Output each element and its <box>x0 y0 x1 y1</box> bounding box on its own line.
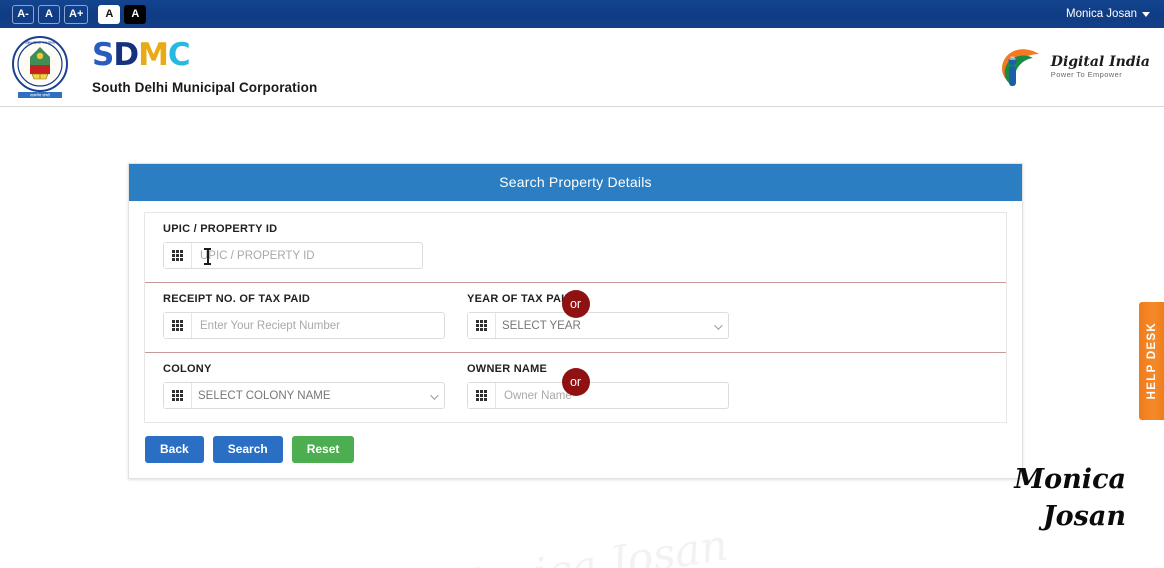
upic-input[interactable] <box>192 243 422 268</box>
corner-watermark-line2: Josan <box>1014 499 1126 535</box>
card-action-row: Back Search Reset <box>144 423 1007 468</box>
receipt-no-input-wrap[interactable] <box>163 312 445 339</box>
search-button[interactable]: Search <box>213 436 283 463</box>
corner-watermark-line1: Monica <box>1014 462 1126 498</box>
help-desk-label: HELP DESK <box>1146 322 1158 399</box>
help-desk-tab[interactable]: HELP DESK <box>1139 302 1164 420</box>
reset-button[interactable]: Reset <box>292 436 355 463</box>
year-select-wrap[interactable]: SELECT YEAR <box>467 312 729 339</box>
field-group-upic: UPIC / PROPERTY ID <box>163 223 423 269</box>
search-property-card: Search Property Details or or UPIC / PRO… <box>128 163 1023 479</box>
font-normal-button[interactable]: A <box>38 5 60 24</box>
colony-select-wrap[interactable]: SELECT COLONY NAME <box>163 382 445 409</box>
sdmc-emblem-icon: दक्षिण दिल्ली नगर निगम सत्यमेव जयते <box>10 34 70 100</box>
sdmc-wordmark: SDMC <box>92 40 317 71</box>
colony-label: COLONY <box>163 363 445 375</box>
main-content: HELP DESK Search Property Details or or … <box>0 107 1164 567</box>
colony-select-value[interactable]: SELECT COLONY NAME <box>192 383 444 408</box>
user-name-label: Monica Josan <box>1066 8 1137 20</box>
grid-icon <box>468 313 496 338</box>
chevron-down-icon <box>1142 12 1150 17</box>
sdmc-letter-m: M <box>138 40 168 71</box>
row-upic: UPIC / PROPERTY ID <box>145 213 1006 282</box>
brand-header: दक्षिण दिल्ली नगर निगम सत्यमेव जयते SDMC… <box>0 28 1164 107</box>
grid-icon <box>164 243 192 268</box>
corner-watermark: Monica Josan <box>1014 462 1126 535</box>
receipt-no-label: RECEIPT NO. OF TAX PAID <box>163 293 445 305</box>
year-label: YEAR OF TAX PAID <box>467 293 729 305</box>
year-select-value[interactable]: SELECT YEAR <box>496 313 728 338</box>
upic-input-wrap[interactable] <box>163 242 423 269</box>
search-fields-panel: or or UPIC / PROPERTY ID <box>144 212 1007 423</box>
receipt-no-input[interactable] <box>192 313 444 338</box>
field-group-year: YEAR OF TAX PAID SELECT YEAR <box>467 293 729 339</box>
contrast-light-button[interactable]: A <box>98 5 120 24</box>
or-separator-badge-2: or <box>562 368 590 396</box>
upic-label: UPIC / PROPERTY ID <box>163 223 423 235</box>
svg-text:दक्षिण दिल्ली नगर निगम: दक्षिण दिल्ली नगर निगम <box>25 40 56 45</box>
contrast-dark-button[interactable]: A <box>124 5 146 24</box>
grid-icon <box>164 383 192 408</box>
page-root: A- A A+ A A Monica Josan दक्षिण दिल्ली न… <box>0 0 1164 568</box>
font-increase-button[interactable]: A+ <box>64 5 88 24</box>
top-utility-bar: A- A A+ A A Monica Josan <box>0 0 1164 28</box>
digital-india-title: Digital India <box>1051 55 1150 70</box>
owner-name-input[interactable] <box>496 383 728 408</box>
grid-icon <box>164 313 192 338</box>
font-size-controls: A- A A+ A A <box>12 5 146 24</box>
owner-name-input-wrap[interactable] <box>467 382 729 409</box>
user-menu[interactable]: Monica Josan <box>1066 8 1150 20</box>
svg-text:सत्यमेव जयते: सत्यमेव जयते <box>30 93 50 98</box>
back-button[interactable]: Back <box>145 436 204 463</box>
digital-india-logo: Digital India Power To Empower <box>995 42 1150 92</box>
center-watermark: Monica Josan <box>434 520 731 568</box>
digital-india-mark-icon <box>995 42 1045 92</box>
brand-text-block: SDMC South Delhi Municipal Corporation <box>92 40 317 95</box>
sdmc-letter-s: S <box>92 40 113 71</box>
organisation-name: South Delhi Municipal Corporation <box>92 80 317 95</box>
sdmc-letter-c: C <box>168 40 190 71</box>
digital-india-tagline: Power To Empower <box>1051 71 1150 79</box>
card-title: Search Property Details <box>129 164 1022 201</box>
grid-icon <box>468 383 496 408</box>
sdmc-letter-d: D <box>113 40 138 71</box>
owner-name-label: OWNER NAME <box>467 363 729 375</box>
font-decrease-button[interactable]: A- <box>12 5 34 24</box>
field-group-colony: COLONY SELECT COLONY NAME <box>163 363 445 409</box>
card-body: or or UPIC / PROPERTY ID <box>129 201 1022 478</box>
or-separator-badge-1: or <box>562 290 590 318</box>
field-group-owner-name: OWNER NAME <box>467 363 729 409</box>
field-group-receipt-no: RECEIPT NO. OF TAX PAID <box>163 293 445 339</box>
